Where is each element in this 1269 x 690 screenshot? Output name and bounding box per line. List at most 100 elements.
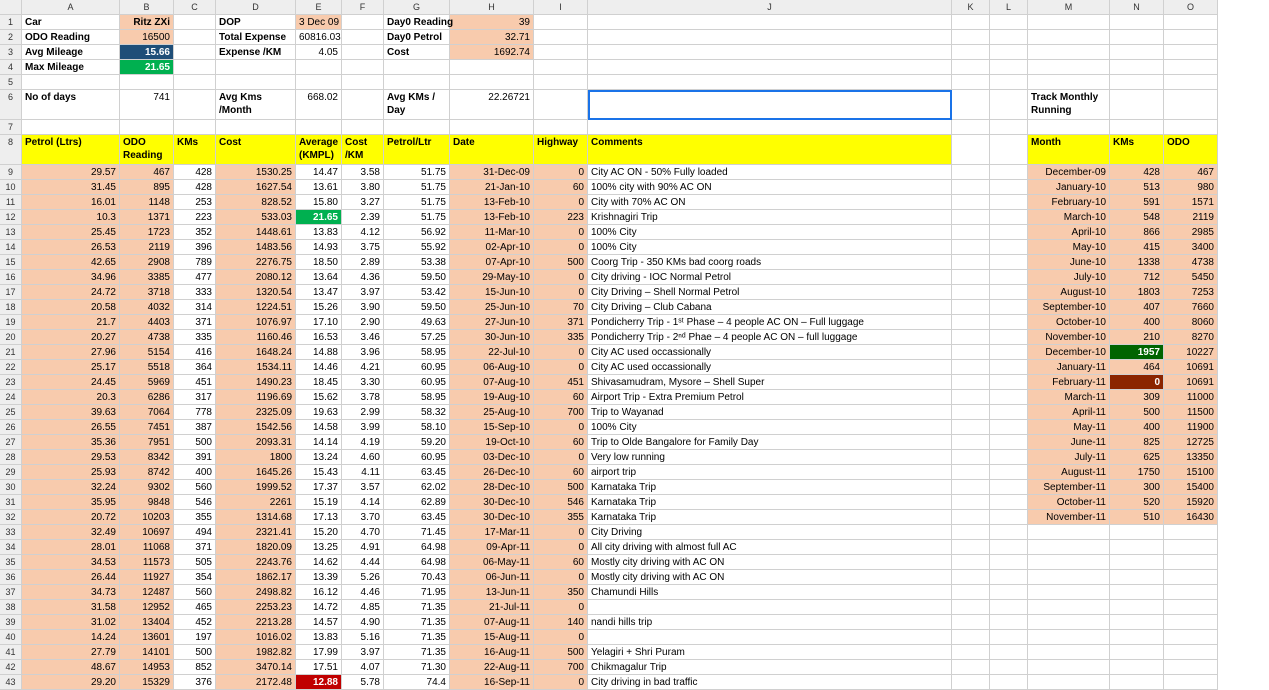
cell-H14[interactable]: 02-Apr-10 xyxy=(450,240,534,255)
cell-F31[interactable]: 4.14 xyxy=(342,495,384,510)
cell-B22[interactable]: 5518 xyxy=(120,360,174,375)
cell-I26[interactable]: 0 xyxy=(534,420,588,435)
cell-B7[interactable] xyxy=(120,120,174,135)
cell-O27[interactable]: 12725 xyxy=(1164,435,1218,450)
cell-G33[interactable]: 71.45 xyxy=(384,525,450,540)
hdr-D[interactable]: Cost xyxy=(216,135,296,165)
cell-J20[interactable]: Pondicherry Trip - 2ⁿᵈ Phae – 4 people A… xyxy=(588,330,952,345)
cell-D13[interactable]: 1448.61 xyxy=(216,225,296,240)
cell-F36[interactable]: 5.26 xyxy=(342,570,384,585)
cell-K36[interactable] xyxy=(952,570,990,585)
cell-H9[interactable]: 31-Dec-09 xyxy=(450,165,534,180)
row-23[interactable]: 23 xyxy=(0,375,22,390)
cell-I14[interactable]: 0 xyxy=(534,240,588,255)
cell-L3[interactable] xyxy=(990,45,1028,60)
cell-D32[interactable]: 1314.68 xyxy=(216,510,296,525)
cell-H11[interactable]: 13-Feb-10 xyxy=(450,195,534,210)
cell-C11[interactable]: 253 xyxy=(174,195,216,210)
cell-A23[interactable]: 24.45 xyxy=(22,375,120,390)
cell-B23[interactable]: 5969 xyxy=(120,375,174,390)
cell-D30[interactable]: 1999.52 xyxy=(216,480,296,495)
cell-E26[interactable]: 14.58 xyxy=(296,420,342,435)
cell-F25[interactable]: 2.99 xyxy=(342,405,384,420)
row-28[interactable]: 28 xyxy=(0,450,22,465)
cell-K17[interactable] xyxy=(952,285,990,300)
cell-M33[interactable] xyxy=(1028,525,1110,540)
row-11[interactable]: 11 xyxy=(0,195,22,210)
cell-B3[interactable]: 15.66 xyxy=(120,45,174,60)
cell-C22[interactable]: 364 xyxy=(174,360,216,375)
cell-B37[interactable]: 12487 xyxy=(120,585,174,600)
cell-N24[interactable]: 309 xyxy=(1110,390,1164,405)
cell-L33[interactable] xyxy=(990,525,1028,540)
cell-F18[interactable]: 3.90 xyxy=(342,300,384,315)
cell-C7[interactable] xyxy=(174,120,216,135)
cell-F14[interactable]: 3.75 xyxy=(342,240,384,255)
row-15[interactable]: 15 xyxy=(0,255,22,270)
hdr-J[interactable]: Comments xyxy=(588,135,952,165)
cell-L2[interactable] xyxy=(990,30,1028,45)
cell-M7[interactable] xyxy=(1028,120,1110,135)
cell-K13[interactable] xyxy=(952,225,990,240)
row-18[interactable]: 18 xyxy=(0,300,22,315)
cell-D9[interactable]: 1530.25 xyxy=(216,165,296,180)
cell-J34[interactable]: All city driving with almost full AC xyxy=(588,540,952,555)
cell-M32[interactable]: November-11 xyxy=(1028,510,1110,525)
cell-E36[interactable]: 13.39 xyxy=(296,570,342,585)
cell-H5[interactable] xyxy=(450,75,534,90)
cell-F30[interactable]: 3.57 xyxy=(342,480,384,495)
cell-L22[interactable] xyxy=(990,360,1028,375)
cell-I13[interactable]: 0 xyxy=(534,225,588,240)
cell-H21[interactable]: 22-Jul-10 xyxy=(450,345,534,360)
row-29[interactable]: 29 xyxy=(0,465,22,480)
cell-C28[interactable]: 391 xyxy=(174,450,216,465)
cell-L21[interactable] xyxy=(990,345,1028,360)
cell-O21[interactable]: 10227 xyxy=(1164,345,1218,360)
cell-D18[interactable]: 1224.51 xyxy=(216,300,296,315)
cell-O33[interactable] xyxy=(1164,525,1218,540)
cell-M39[interactable] xyxy=(1028,615,1110,630)
cell-C14[interactable]: 396 xyxy=(174,240,216,255)
cell-J42[interactable]: Chikmagalur Trip xyxy=(588,660,952,675)
cell-O18[interactable]: 7660 xyxy=(1164,300,1218,315)
cell-M23[interactable]: February-11 xyxy=(1028,375,1110,390)
cell-G23[interactable]: 60.95 xyxy=(384,375,450,390)
cell-D3[interactable]: Expense /KM xyxy=(216,45,296,60)
cell-I3[interactable] xyxy=(534,45,588,60)
row-31[interactable]: 31 xyxy=(0,495,22,510)
cell-I12[interactable]: 223 xyxy=(534,210,588,225)
cell-L12[interactable] xyxy=(990,210,1028,225)
cell-C42[interactable]: 852 xyxy=(174,660,216,675)
cell-K9[interactable] xyxy=(952,165,990,180)
cell-M38[interactable] xyxy=(1028,600,1110,615)
cell-N37[interactable] xyxy=(1110,585,1164,600)
cell-L41[interactable] xyxy=(990,645,1028,660)
hdr-A[interactable]: Petrol (Ltrs) xyxy=(22,135,120,165)
cell-N1[interactable] xyxy=(1110,15,1164,30)
cell-F10[interactable]: 3.80 xyxy=(342,180,384,195)
row-33[interactable]: 33 xyxy=(0,525,22,540)
cell-E30[interactable]: 17.37 xyxy=(296,480,342,495)
cell-M3[interactable] xyxy=(1028,45,1110,60)
cell-M2[interactable] xyxy=(1028,30,1110,45)
cell-M37[interactable] xyxy=(1028,585,1110,600)
cell-O37[interactable] xyxy=(1164,585,1218,600)
cell-G19[interactable]: 49.63 xyxy=(384,315,450,330)
cell-I24[interactable]: 60 xyxy=(534,390,588,405)
cell-K29[interactable] xyxy=(952,465,990,480)
cell-F7[interactable] xyxy=(342,120,384,135)
cell-C1[interactable] xyxy=(174,15,216,30)
row-41[interactable]: 41 xyxy=(0,645,22,660)
cell-I17[interactable]: 0 xyxy=(534,285,588,300)
hdr-H[interactable]: Date xyxy=(450,135,534,165)
cell-O1[interactable] xyxy=(1164,15,1218,30)
cell-A20[interactable]: 20.27 xyxy=(22,330,120,345)
cell-C17[interactable]: 333 xyxy=(174,285,216,300)
cell-H28[interactable]: 03-Dec-10 xyxy=(450,450,534,465)
cell-J41[interactable]: Yelagiri + Shri Puram xyxy=(588,645,952,660)
cell-F2[interactable] xyxy=(342,30,384,45)
col-I[interactable]: I xyxy=(534,0,588,15)
cell-F40[interactable]: 5.16 xyxy=(342,630,384,645)
cell-D15[interactable]: 2276.75 xyxy=(216,255,296,270)
cell-J43[interactable]: City driving in bad traffic xyxy=(588,675,952,690)
